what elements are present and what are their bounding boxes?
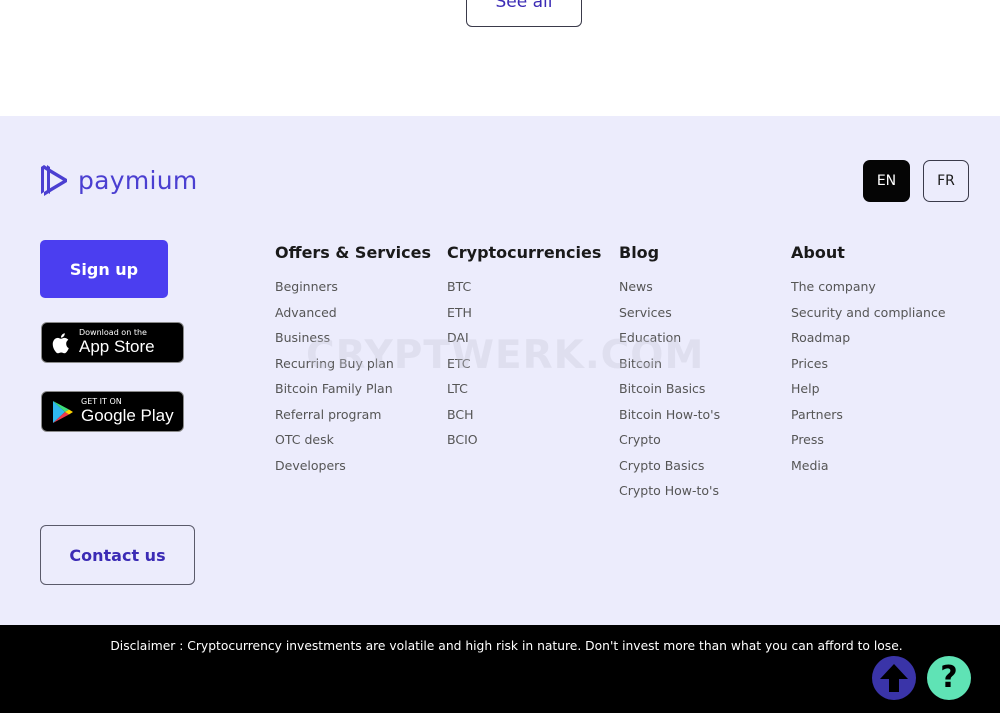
- footer-column-offers: Offers & Services Beginners Advanced Bus…: [275, 243, 431, 484]
- site-footer: paymium EN FR Sign up Download on the Ap…: [0, 116, 1000, 625]
- help-button[interactable]: ?: [927, 656, 971, 700]
- footer-link[interactable]: Recurring Buy plan: [275, 356, 431, 383]
- footer-link[interactable]: Services: [619, 305, 720, 332]
- paymium-logo[interactable]: paymium: [39, 164, 198, 197]
- app-store-big-text: App Store: [79, 336, 155, 356]
- footer-link[interactable]: BCH: [447, 407, 601, 434]
- top-section: See all: [0, 0, 1000, 116]
- footer-link[interactable]: Bitcoin: [619, 356, 720, 383]
- sign-up-button[interactable]: Sign up: [40, 240, 168, 298]
- footer-link[interactable]: Media: [791, 458, 946, 485]
- footer-link[interactable]: Advanced: [275, 305, 431, 332]
- paymium-logo-icon: [41, 165, 67, 196]
- footer-link[interactable]: DAI: [447, 331, 601, 357]
- footer-link[interactable]: Help: [791, 382, 946, 408]
- footer-link[interactable]: Referral program: [275, 407, 431, 434]
- footer-link[interactable]: Prices: [791, 356, 946, 383]
- logo-wordmark: paymium: [78, 166, 198, 195]
- scroll-to-top-button[interactable]: [872, 656, 916, 700]
- footer-link[interactable]: Security and compliance: [791, 305, 946, 332]
- column-title: Offers & Services: [275, 243, 431, 262]
- app-store-badge[interactable]: Download on the App Store: [41, 322, 184, 363]
- footer-link[interactable]: Roadmap: [791, 331, 946, 357]
- footer-link[interactable]: OTC desk: [275, 433, 431, 459]
- footer-link[interactable]: The company: [791, 280, 946, 306]
- footer-link[interactable]: Beginners: [275, 280, 431, 306]
- google-play-big-text: Google Play: [81, 405, 174, 425]
- footer-link[interactable]: Education: [619, 331, 720, 357]
- google-play-icon: [53, 400, 73, 423]
- column-title: About: [791, 243, 845, 262]
- column-title: Blog: [619, 243, 660, 262]
- footer-column-about: About The company Security and complianc…: [791, 243, 946, 484]
- footer-link[interactable]: ETH: [447, 305, 601, 332]
- footer-link[interactable]: Bitcoin How-to's: [619, 407, 720, 434]
- footer-link[interactable]: BTC: [447, 280, 601, 306]
- footer-link[interactable]: Press: [791, 433, 946, 459]
- see-all-button[interactable]: See all: [466, 0, 582, 27]
- google-play-badge[interactable]: GET IT ON Google Play: [41, 391, 184, 432]
- footer-link[interactable]: ETC: [447, 356, 601, 383]
- language-fr-button[interactable]: FR: [923, 160, 969, 202]
- contact-us-button[interactable]: Contact us: [40, 525, 195, 585]
- footer-link[interactable]: Bitcoin Basics: [619, 382, 720, 408]
- footer-column-cryptocurrencies: Cryptocurrencies BTC ETH DAI ETC LTC BCH…: [447, 243, 601, 459]
- footer-link[interactable]: News: [619, 280, 720, 306]
- footer-link[interactable]: Partners: [791, 407, 946, 434]
- footer-link[interactable]: Developers: [275, 458, 431, 485]
- column-title: Cryptocurrencies: [447, 243, 602, 262]
- help-icon: ?: [940, 660, 958, 695]
- apple-icon: [52, 332, 69, 353]
- footer-link[interactable]: LTC: [447, 382, 601, 408]
- footer-link[interactable]: Business: [275, 331, 431, 357]
- footer-link[interactable]: Crypto How-to's: [619, 484, 720, 510]
- footer-link[interactable]: Crypto: [619, 433, 720, 459]
- arrow-up-icon: [880, 664, 908, 692]
- disclaimer-bar: Disclaimer : Cryptocurrency investments …: [0, 625, 1000, 713]
- disclaimer-text: Disclaimer : Cryptocurrency investments …: [110, 639, 903, 653]
- footer-link[interactable]: BCIO: [447, 433, 601, 459]
- language-en-button[interactable]: EN: [863, 160, 910, 202]
- footer-column-blog: Blog News Services Education Bitcoin Bit…: [619, 243, 720, 510]
- footer-link[interactable]: Crypto Basics: [619, 458, 720, 485]
- footer-link[interactable]: Bitcoin Family Plan: [275, 382, 431, 408]
